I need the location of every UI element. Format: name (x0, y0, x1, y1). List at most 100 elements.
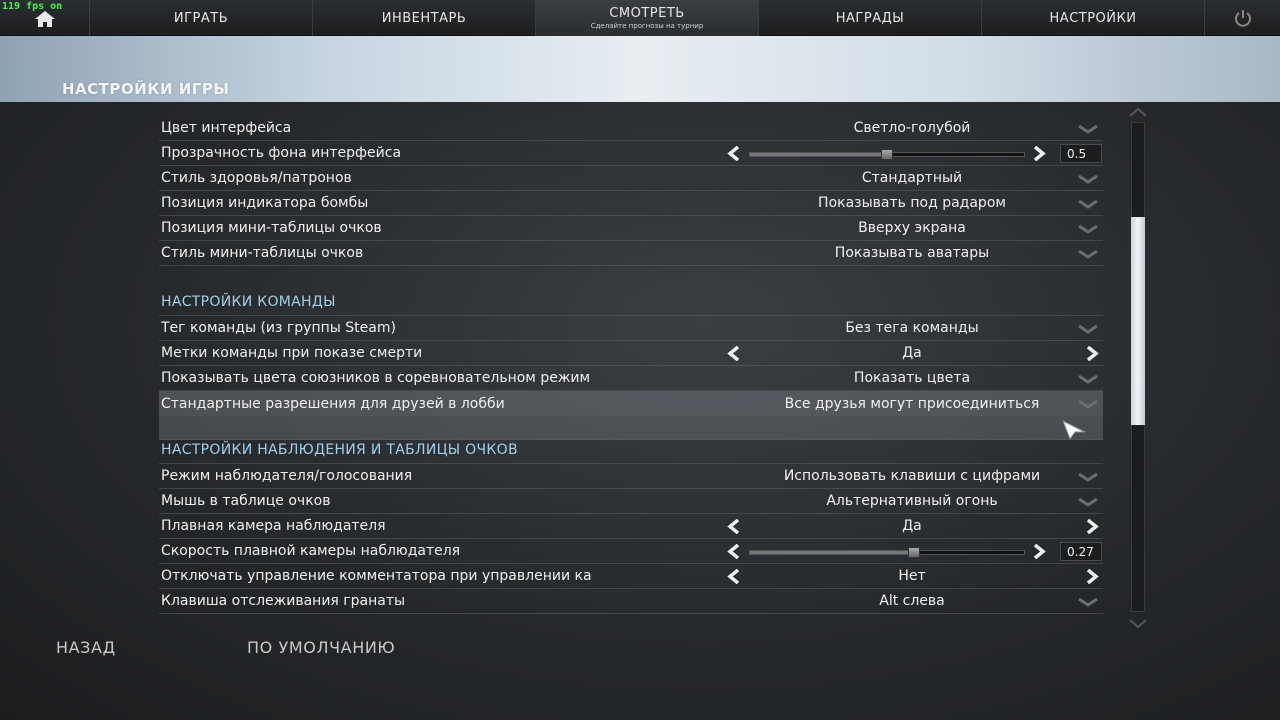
setting-value: Нет (898, 568, 926, 584)
chevron-down-icon[interactable] (1077, 174, 1099, 184)
setting-value[interactable]: Светло-голубой (719, 120, 1105, 136)
tab-watch[interactable]: СМОТРЕТЬ Сделайте прогнозы на турнир (536, 0, 759, 36)
setting-label: Позиция индикатора бомбы (161, 195, 369, 211)
slider-track[interactable] (749, 547, 1025, 558)
setting-row[interactable]: Цвет интерфейса Светло-голубой (159, 116, 1103, 141)
chevron-down-icon[interactable] (1077, 249, 1099, 259)
arrow-right-icon[interactable] (1032, 146, 1046, 161)
scroll-up-icon[interactable] (1128, 106, 1148, 118)
setting-row[interactable]: Метки команды при показе смерти Да (159, 341, 1103, 366)
setting-label: Тег команды (из группы Steam) (161, 320, 396, 336)
header-banner: НАСТРОЙКИ ИГРЫ (0, 36, 1280, 102)
setting-value[interactable]: Альтернативный огонь (719, 493, 1105, 509)
setting-value[interactable]: Показывать аватары (719, 245, 1105, 261)
setting-value[interactable]: Alt слева (719, 593, 1105, 609)
setting-row[interactable]: Режим наблюдателя/голосования Использоват… (159, 464, 1103, 489)
tab-label: НАСТРОЙКИ (1049, 10, 1137, 26)
setting-value[interactable]: Показывать под радаром (719, 195, 1105, 211)
top-nav: 119 fps on ИГРАТЬ ИНВЕНТАРЬ СМОТРЕТЬ Сде… (0, 0, 1280, 36)
setting-value[interactable]: Стандартный (719, 170, 1105, 186)
chevron-down-icon[interactable] (1077, 472, 1099, 482)
chevron-down-icon[interactable] (1077, 199, 1099, 209)
chevron-down-icon[interactable] (1077, 224, 1099, 234)
chevron-down-icon[interactable] (1077, 374, 1099, 384)
tab-label: ИНВЕНТАРЬ (381, 10, 467, 26)
setting-value[interactable]: Использовать клавиши с цифрами (719, 468, 1105, 484)
arrow-left-icon[interactable] (727, 146, 741, 161)
back-button[interactable]: НАЗАД (56, 638, 116, 657)
setting-row[interactable]: Прозрачность фона интерфейса 0.5 (159, 141, 1103, 166)
setting-row[interactable]: Показывать цвета союзников в соревновате… (159, 366, 1103, 391)
setting-label: Мышь в таблице очков (161, 493, 331, 509)
setting-label: Цвет интерфейса (161, 120, 292, 136)
chevron-down-icon[interactable] (1077, 597, 1099, 607)
chevron-down-icon[interactable] (1077, 497, 1099, 507)
setting-row[interactable]: Стиль здоровья/патронов Стандартный (159, 166, 1103, 191)
setting-label: Клавиша отслеживания гранаты (161, 593, 406, 609)
defaults-button[interactable]: ПО УМОЛЧАНИЮ (247, 638, 395, 657)
slider-value[interactable]: 0.27 (1060, 542, 1102, 561)
section-title: НАСТРОЙКИ НАБЛЮДЕНИЯ И ТАБЛИЦЫ ОЧКОВ (161, 442, 518, 458)
tab-awards[interactable]: НАГРАДЫ (759, 0, 982, 36)
tab-label: СМОТРЕТЬ (609, 6, 685, 21)
setting-row[interactable]: Скорость плавной камеры наблюдателя 0.27 (159, 539, 1103, 564)
home-button[interactable]: 119 fps on (0, 0, 90, 36)
chevron-down-icon[interactable] (1077, 324, 1099, 334)
power-icon (1234, 10, 1251, 27)
page-title: НАСТРОЙКИ ИГРЫ (62, 80, 230, 98)
setting-label: Стиль здоровья/патронов (161, 170, 352, 186)
setting-label: Показывать цвета союзников в соревновате… (161, 370, 591, 386)
setting-value: Да (902, 345, 922, 361)
power-button[interactable] (1205, 0, 1280, 36)
setting-label: Прозрачность фона интерфейса (161, 145, 402, 161)
chevron-down-icon[interactable] (1077, 399, 1099, 409)
home-icon (35, 11, 55, 27)
setting-row[interactable]: Плавная камера наблюдателя Да (159, 514, 1103, 539)
slider-handle[interactable] (908, 547, 921, 558)
slider-fill (750, 153, 887, 156)
arrow-left-icon[interactable] (727, 544, 741, 559)
setting-label: Позиция мини-таблицы очков (161, 220, 382, 236)
setting-label: Плавная камера наблюдателя (161, 518, 386, 534)
section-title: НАСТРОЙКИ КОМАНДЫ (161, 294, 336, 310)
setting-row[interactable]: Мышь в таблице очков Альтернативный огонь (159, 489, 1103, 514)
setting-label: Стандартные разрешения для друзей в лобб… (161, 395, 505, 412)
setting-row[interactable]: Позиция мини-таблицы очков Вверху экрана (159, 216, 1103, 241)
setting-row[interactable]: Клавиша отслеживания гранаты Alt слева (159, 589, 1103, 614)
setting-value[interactable]: Вверху экрана (719, 220, 1105, 236)
scroll-thumb[interactable] (1131, 217, 1145, 425)
cursor-row (159, 416, 1103, 440)
slider-value[interactable]: 0.5 (1060, 144, 1102, 163)
chevron-down-icon[interactable] (1077, 124, 1099, 134)
arrow-right-icon[interactable] (1032, 544, 1046, 559)
mouse-cursor-icon (1062, 420, 1086, 440)
arrow-right-icon[interactable] (1085, 519, 1099, 534)
scroll-down-icon[interactable] (1128, 618, 1148, 630)
arrow-right-icon[interactable] (1085, 346, 1099, 361)
tab-label: ИГРАТЬ (173, 10, 229, 26)
tab-sublabel: Сделайте прогнозы на турнир (590, 22, 704, 30)
setting-label: Режим наблюдателя/голосования (161, 468, 413, 484)
slider-handle[interactable] (881, 149, 893, 160)
tab-play[interactable]: ИГРАТЬ (90, 0, 313, 36)
slider-track[interactable] (749, 149, 1025, 160)
slider-fill (750, 551, 915, 554)
tab-inventory[interactable]: ИНВЕНТАРЬ (313, 0, 536, 36)
scrollbar[interactable] (1126, 104, 1150, 632)
setting-value: Да (902, 518, 922, 534)
setting-label: Метки команды при показе смерти (161, 345, 423, 361)
arrow-right-icon[interactable] (1085, 569, 1099, 584)
setting-row[interactable]: Стандартные разрешения для друзей в лобб… (159, 391, 1103, 416)
section-header-spectator: НАСТРОЙКИ НАБЛЮДЕНИЯ И ТАБЛИЦЫ ОЧКОВ (159, 440, 1103, 464)
setting-value[interactable]: Все друзья могут присоединиться (719, 396, 1105, 412)
tab-settings[interactable]: НАСТРОЙКИ (982, 0, 1205, 36)
setting-row[interactable]: Позиция индикатора бомбы Показывать под р… (159, 191, 1103, 216)
setting-row[interactable]: Отключать управление комментатора при уп… (159, 564, 1103, 589)
setting-row[interactable]: Стиль мини-таблицы очков Показывать авата… (159, 241, 1103, 266)
scroll-track[interactable] (1131, 122, 1145, 612)
section-header-team: НАСТРОЙКИ КОМАНДЫ (159, 266, 1103, 316)
tab-label: НАГРАДЫ (835, 10, 905, 26)
setting-row[interactable]: Тег команды (из группы Steam) Без тега ко… (159, 316, 1103, 341)
setting-value[interactable]: Без тега команды (719, 320, 1105, 336)
setting-value[interactable]: Показать цвета (719, 370, 1105, 386)
